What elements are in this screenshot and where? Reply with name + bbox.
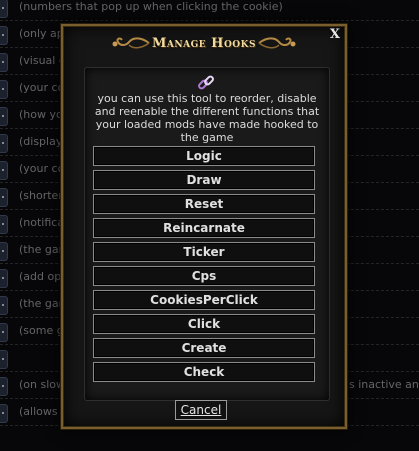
cancel-button[interactable]: Cancel — [175, 400, 227, 420]
hooks-panel: you can use this tool to reorder, disabl… — [84, 67, 330, 401]
hook-button[interactable]: Check — [93, 362, 315, 382]
hook-button[interactable]: Draw — [93, 170, 315, 190]
hook-button[interactable]: Cps — [93, 266, 315, 286]
dialog-header: Manage Hooks — [63, 32, 345, 54]
ornament-right-icon — [258, 37, 296, 49]
dialog-description: you can use this tool to reorder, disabl… — [94, 92, 320, 144]
hook-button[interactable]: Logic — [93, 146, 315, 166]
dialog-title: Manage Hooks — [152, 36, 256, 51]
hook-button[interactable]: Click — [93, 314, 315, 334]
hook-button[interactable]: Reincarnate — [93, 218, 315, 238]
hook-button[interactable]: CookiesPerClick — [93, 290, 315, 310]
manage-hooks-dialog: X Manage Hooks you can use this tool to … — [61, 24, 347, 429]
hook-button[interactable]: Ticker — [93, 242, 315, 262]
chain-link-icon — [198, 75, 214, 90]
hook-button[interactable]: Create — [93, 338, 315, 358]
ornament-left-icon — [112, 37, 150, 49]
hook-button[interactable]: Reset — [93, 194, 315, 214]
